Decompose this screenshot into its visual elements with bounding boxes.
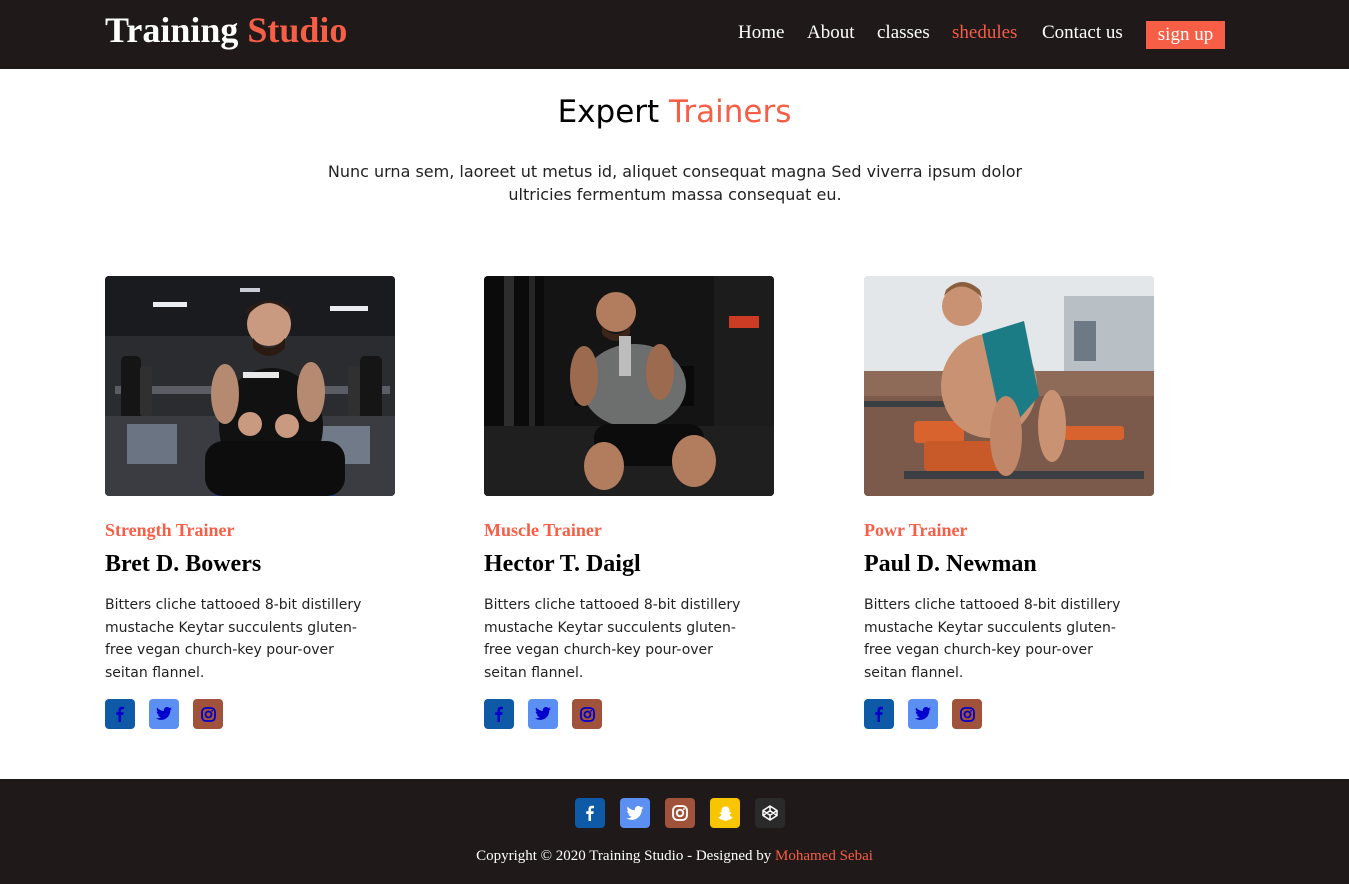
brand-logo[interactable]: Training Studio xyxy=(105,10,347,50)
copyright-label: Copyright © 2020 Training Studio - Desig… xyxy=(476,848,772,864)
instagram-icon[interactable] xyxy=(193,699,223,729)
twitter-icon[interactable] xyxy=(528,699,558,729)
trainer-photo xyxy=(484,276,774,496)
twitter-icon[interactable] xyxy=(908,699,938,729)
facebook-icon[interactable] xyxy=(484,699,514,729)
facebook-icon[interactable] xyxy=(105,699,135,729)
trainer-bio: Bitters cliche tattooed 8-bit distillery… xyxy=(484,597,741,681)
twitter-icon[interactable] xyxy=(149,699,179,729)
nav-home[interactable]: Home xyxy=(738,20,784,49)
nav-shedules[interactable]: shedules xyxy=(952,20,1017,49)
trainer-role: Powr Trainer xyxy=(864,520,968,540)
nav-contact[interactable]: Contact us xyxy=(1042,20,1123,49)
sign-up-button[interactable]: sign up xyxy=(1146,21,1225,49)
copyright-text: Copyright © 2020 Training Studio - Desig… xyxy=(0,846,1349,866)
trainer-card: Strength Trainer Bret D. Bowers Bitters … xyxy=(105,276,405,736)
trainer-card: Muscle Trainer Hector T. Daigl Bitters c… xyxy=(484,276,784,736)
trainer-role: Strength Trainer xyxy=(105,520,235,540)
twitter-icon[interactable] xyxy=(620,798,650,828)
footer: Copyright © 2020 Training Studio - Desig… xyxy=(0,779,1349,884)
trainer-bio: Bitters cliche tattooed 8-bit distillery… xyxy=(864,597,1121,681)
trainer-name: Hector T. Daigl xyxy=(484,551,641,577)
section-intro: Nunc urna sem, laoreet ut metus id, aliq… xyxy=(327,162,1023,204)
instagram-icon[interactable] xyxy=(952,699,982,729)
trainer-name: Bret D. Bowers xyxy=(105,551,262,577)
section-title-accent: Trainers xyxy=(669,94,792,130)
trainer-photo xyxy=(105,276,395,496)
section-title-main: Expert xyxy=(557,94,660,130)
author-link[interactable]: Mohamed Sebai xyxy=(775,848,873,864)
section-title: Expert Trainers xyxy=(0,90,1349,134)
trainer-name: Paul D. Newman xyxy=(864,551,1037,577)
snapchat-icon[interactable] xyxy=(710,798,740,828)
trainer-bio: Bitters cliche tattooed 8-bit distillery… xyxy=(105,597,362,681)
nav-about[interactable]: About xyxy=(807,20,855,49)
trainer-role: Muscle Trainer xyxy=(484,520,602,540)
top-navbar: Training Studio Home About classes shedu… xyxy=(0,0,1349,69)
instagram-icon[interactable] xyxy=(572,699,602,729)
trainer-card: Powr Trainer Paul D. Newman Bitters clic… xyxy=(864,276,1164,736)
facebook-icon[interactable] xyxy=(575,798,605,828)
trainer-photo xyxy=(864,276,1154,496)
facebook-icon[interactable] xyxy=(864,699,894,729)
brand-main: Training xyxy=(105,10,239,50)
codepen-icon[interactable] xyxy=(755,798,785,828)
nav-classes[interactable]: classes xyxy=(877,20,930,49)
instagram-icon[interactable] xyxy=(665,798,695,828)
brand-accent: Studio xyxy=(247,10,348,50)
